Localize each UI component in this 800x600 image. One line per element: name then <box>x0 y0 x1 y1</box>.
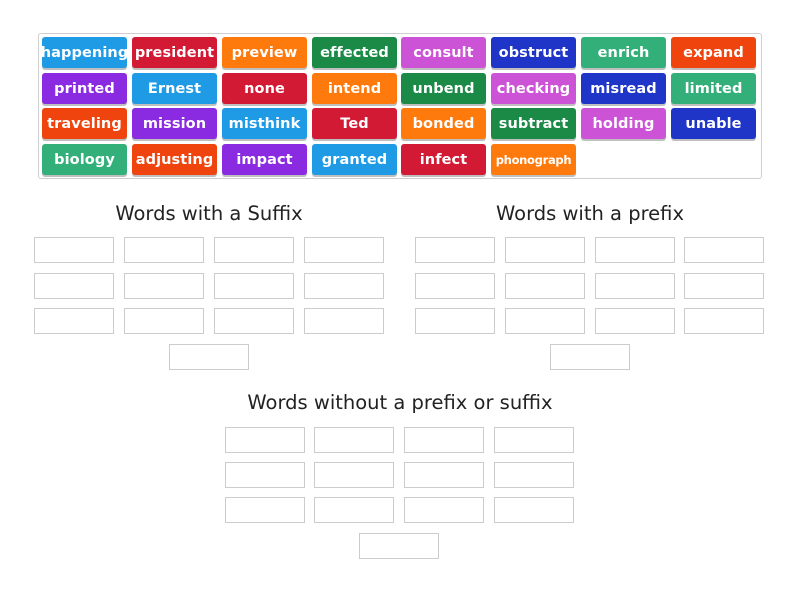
word-tile[interactable]: unbend <box>401 73 486 104</box>
drop-slot-none[interactable] <box>225 462 305 488</box>
drop-slot-prefix[interactable] <box>415 273 495 299</box>
drop-slot-suffix[interactable] <box>124 273 204 299</box>
word-tile[interactable]: granted <box>312 144 397 175</box>
drop-slot-none[interactable] <box>494 497 574 523</box>
drop-slot-suffix[interactable] <box>34 273 114 299</box>
word-tile[interactable]: subtract <box>491 108 576 139</box>
drop-slot-none[interactable] <box>494 427 574 453</box>
word-tile[interactable]: holding <box>581 108 666 139</box>
word-tile[interactable]: limited <box>671 73 756 104</box>
word-tile[interactable]: infect <box>401 144 486 175</box>
drop-slot-none[interactable] <box>314 427 394 453</box>
drop-slot-none[interactable] <box>494 462 574 488</box>
drop-slot-suffix[interactable] <box>169 344 249 370</box>
drop-slot-prefix[interactable] <box>595 237 675 263</box>
word-tile[interactable]: printed <box>42 73 127 104</box>
word-tile[interactable]: impact <box>222 144 307 175</box>
word-tile[interactable]: preview <box>222 37 307 68</box>
group-heading-none: Words without a prefix or suffix <box>247 391 553 414</box>
word-tile[interactable]: president <box>132 37 217 68</box>
word-tile[interactable]: none <box>222 73 307 104</box>
word-tile[interactable]: misread <box>581 73 666 104</box>
drop-slot-prefix[interactable] <box>505 273 585 299</box>
drop-slot-suffix[interactable] <box>304 308 384 334</box>
word-tile[interactable]: happening <box>42 37 127 68</box>
drop-slot-suffix[interactable] <box>304 237 384 263</box>
drop-slot-none[interactable] <box>359 533 439 559</box>
drop-slot-suffix[interactable] <box>34 308 114 334</box>
word-tile[interactable]: adjusting <box>132 144 217 175</box>
word-tile[interactable]: consult <box>401 37 486 68</box>
word-tile[interactable]: unable <box>671 108 756 139</box>
drop-slot-none[interactable] <box>404 427 484 453</box>
drop-slot-prefix[interactable] <box>505 308 585 334</box>
word-tile[interactable]: Ted <box>312 108 397 139</box>
drop-slot-suffix[interactable] <box>124 308 204 334</box>
word-tile[interactable]: phonograph <box>491 144 576 175</box>
word-tile[interactable]: misthink <box>222 108 307 139</box>
drop-slot-prefix[interactable] <box>415 237 495 263</box>
word-tile[interactable]: biology <box>42 144 127 175</box>
drop-slot-prefix[interactable] <box>595 273 675 299</box>
word-tile[interactable]: expand <box>671 37 756 68</box>
drop-slot-none[interactable] <box>314 497 394 523</box>
drop-slot-prefix[interactable] <box>505 237 585 263</box>
word-tile[interactable]: effected <box>312 37 397 68</box>
word-tile[interactable]: bonded <box>401 108 486 139</box>
drop-slot-none[interactable] <box>225 497 305 523</box>
group-heading-suffix: Words with a Suffix <box>115 202 303 225</box>
drop-slot-none[interactable] <box>404 462 484 488</box>
drop-slot-suffix[interactable] <box>214 237 294 263</box>
drop-slot-prefix[interactable] <box>595 308 675 334</box>
word-tile[interactable]: intend <box>312 73 397 104</box>
drop-slot-prefix[interactable] <box>415 308 495 334</box>
drop-slot-prefix[interactable] <box>684 273 764 299</box>
drop-slot-suffix[interactable] <box>214 273 294 299</box>
word-tile[interactable]: enrich <box>581 37 666 68</box>
drop-slot-suffix[interactable] <box>214 308 294 334</box>
word-tile[interactable]: traveling <box>42 108 127 139</box>
drop-slot-suffix[interactable] <box>304 273 384 299</box>
drop-slot-prefix[interactable] <box>550 344 630 370</box>
word-tile[interactable]: mission <box>132 108 217 139</box>
drop-slot-none[interactable] <box>225 427 305 453</box>
drop-slot-none[interactable] <box>314 462 394 488</box>
word-tile[interactable]: obstruct <box>491 37 576 68</box>
drop-slot-prefix[interactable] <box>684 237 764 263</box>
group-heading-prefix: Words with a prefix <box>496 202 684 225</box>
drop-slot-suffix[interactable] <box>124 237 204 263</box>
drop-slot-suffix[interactable] <box>34 237 114 263</box>
drop-slot-prefix[interactable] <box>684 308 764 334</box>
word-tile[interactable]: Ernest <box>132 73 217 104</box>
drop-slot-none[interactable] <box>404 497 484 523</box>
word-tile[interactable]: checking <box>491 73 576 104</box>
